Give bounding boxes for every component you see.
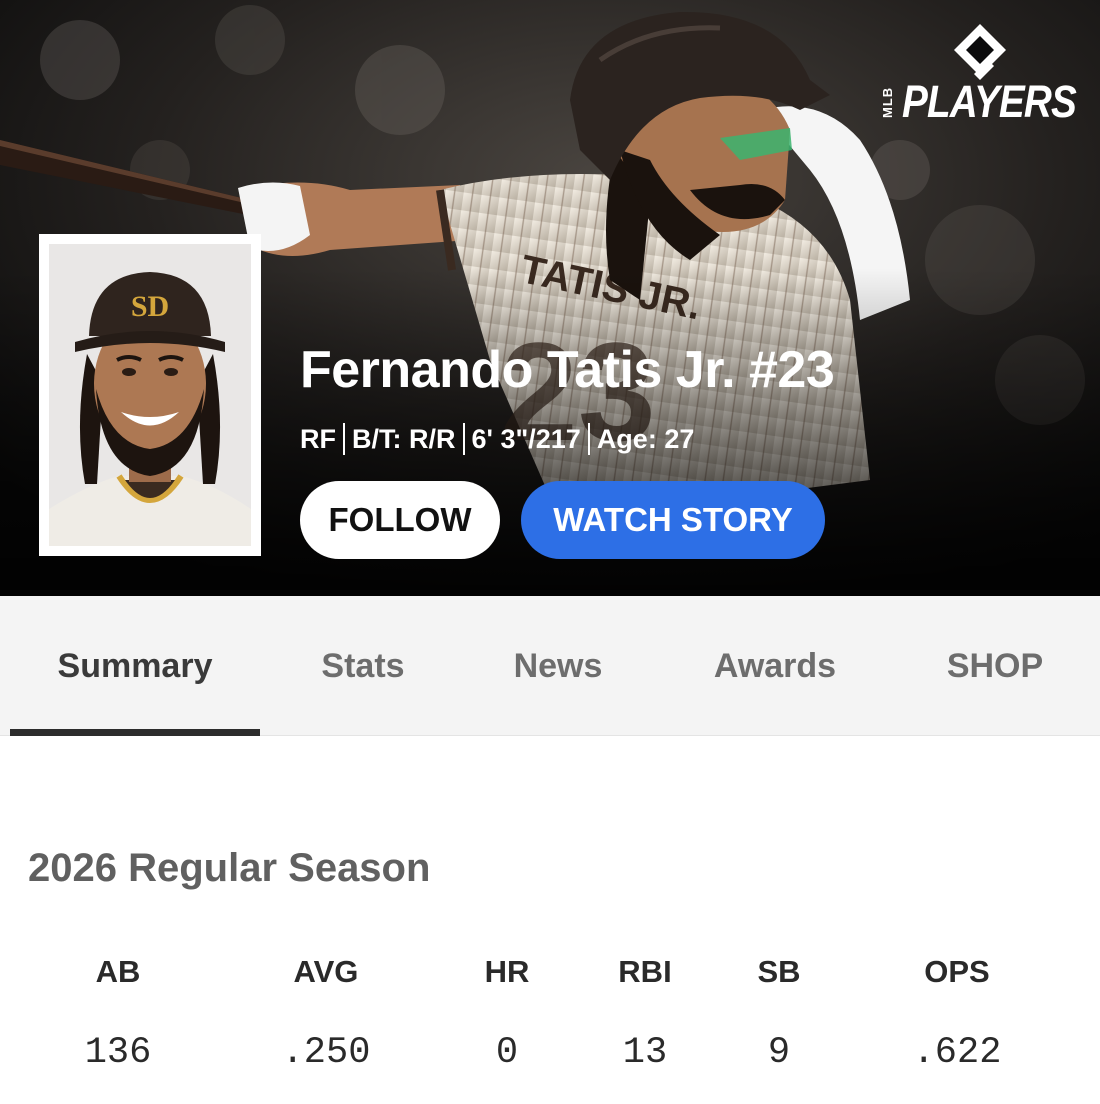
stat-header-sb: SB	[757, 954, 801, 989]
position-text: RF	[300, 423, 336, 454]
follow-button[interactable]: FOLLOW	[300, 481, 500, 559]
active-tab-indicator	[10, 729, 260, 736]
watch-story-button[interactable]: WATCH STORY	[521, 481, 825, 559]
divider	[462, 423, 465, 455]
height-weight-text: 6' 3"/217	[471, 423, 581, 454]
player-name: Fernando Tatis Jr. #23	[300, 341, 835, 399]
bats-throws-text: B/T: R/R	[352, 423, 456, 454]
age-text: Age: 27	[596, 423, 695, 454]
players-wordmark: PLAYERS	[902, 76, 1077, 127]
tab-stats[interactable]: Stats	[283, 596, 443, 736]
player-headshot: SD	[39, 234, 261, 556]
tab-summary[interactable]: Summary	[10, 596, 260, 736]
mlb-wordmark-small: MLB	[880, 86, 895, 118]
divider	[343, 423, 345, 455]
stat-header-ops: OPS	[924, 954, 990, 989]
divider	[587, 423, 590, 455]
player-bio: RF B/T: R/R 6' 3"/217 Age: 27	[300, 421, 694, 457]
profile-tab-bar: Summary Stats News Awards SHOP	[0, 596, 1100, 736]
stat-value-ops: .622	[912, 1032, 1002, 1074]
season-title: 2026 Regular Season	[28, 846, 431, 890]
stat-value-ab: 136	[84, 1032, 152, 1074]
stat-value-avg: .250	[281, 1032, 371, 1074]
tab-news[interactable]: News	[478, 596, 638, 736]
svg-text:SD: SD	[131, 290, 169, 323]
player-hero: 23 TATIS JR. MLB PLAYER	[0, 0, 1100, 596]
stat-value-sb: 9	[767, 1032, 791, 1074]
tab-shop[interactable]: SHOP	[915, 596, 1075, 736]
tab-awards[interactable]: Awards	[685, 596, 865, 736]
stat-header-avg: AVG	[293, 954, 359, 989]
stat-header-ab: AB	[95, 954, 141, 989]
